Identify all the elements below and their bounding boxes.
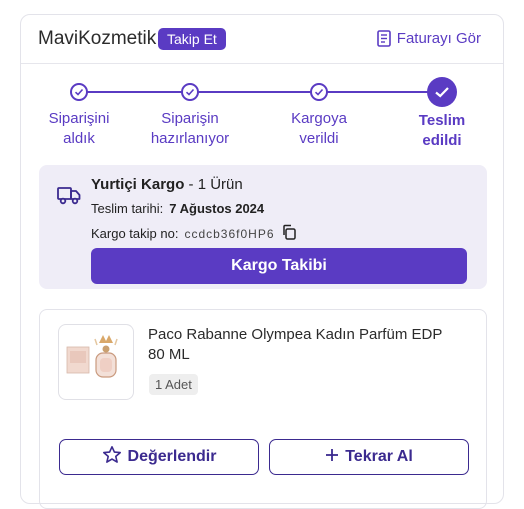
- product-image[interactable]: [58, 324, 134, 400]
- step-check-icon: [181, 83, 199, 101]
- carrier-name: Yurtiçi Kargo: [91, 176, 185, 193]
- reorder-label: Tekrar Al: [345, 448, 413, 465]
- carrier-line: Yurtiçi Kargo - 1 Ürün: [91, 176, 243, 193]
- product-item: Paco Rabanne Olympea Kadın Parfüm EDP 80…: [39, 309, 487, 509]
- delivery-date-line: Teslim tarihi: 7 Ağustos 2024: [91, 201, 264, 216]
- order-progress: Siparişini aldık Siparişin hazırlanıyor Ka…: [21, 75, 503, 165]
- reorder-button[interactable]: Tekrar Al: [269, 439, 469, 475]
- track-shipment-button[interactable]: Kargo Takibi: [91, 248, 467, 284]
- product-title[interactable]: Paco Rabanne Olympea Kadın Parfüm EDP 80…: [148, 325, 458, 365]
- review-label: Değerlendir: [127, 448, 217, 465]
- delivery-date-label: Teslim tarihi:: [91, 201, 164, 216]
- step-label-preparing: Siparişin hazırlanıyor: [150, 110, 230, 147]
- step-delivered-check-icon: [427, 77, 457, 107]
- step-check-icon: [310, 83, 328, 101]
- invoice-icon: [376, 30, 391, 47]
- seller-header: MaviKozmetik Takip Et Faturayı Gör: [21, 15, 503, 64]
- tracking-line: Kargo takip no: ccdcb36f0HP6: [91, 224, 297, 243]
- invoice-link[interactable]: Faturayı Gör: [376, 30, 481, 47]
- tracking-code: ccdcb36f0HP6: [184, 226, 275, 241]
- review-button[interactable]: Değerlendir: [59, 439, 259, 475]
- copy-icon[interactable]: [281, 224, 297, 243]
- step-label-delivered: Teslim edildi: [418, 112, 466, 149]
- shipping-panel: Yurtiçi Kargo - 1 Ürün Teslim tarihi: 7 A…: [39, 165, 487, 289]
- step-label-received: Siparişini aldık: [48, 110, 110, 147]
- quantity-badge: 1 Adet: [149, 374, 198, 395]
- follow-button[interactable]: Takip Et: [158, 28, 226, 50]
- plus-icon: [325, 448, 339, 467]
- invoice-label: Faturayı Gör: [396, 30, 481, 47]
- tracking-label: Kargo takip no:: [91, 226, 179, 241]
- seller-name[interactable]: MaviKozmetik: [38, 28, 156, 50]
- order-card: MaviKozmetik Takip Et Faturayı Gör Sipar…: [20, 14, 504, 509]
- item-count: - 1 Ürün: [188, 176, 243, 193]
- progress-line: [79, 91, 441, 93]
- step-label-shipped: Kargoya verildi: [291, 110, 347, 147]
- star-icon: [102, 445, 122, 470]
- delivery-date: 7 Ağustos 2024: [169, 201, 265, 216]
- truck-icon: [57, 185, 81, 210]
- step-check-icon: [70, 83, 88, 101]
